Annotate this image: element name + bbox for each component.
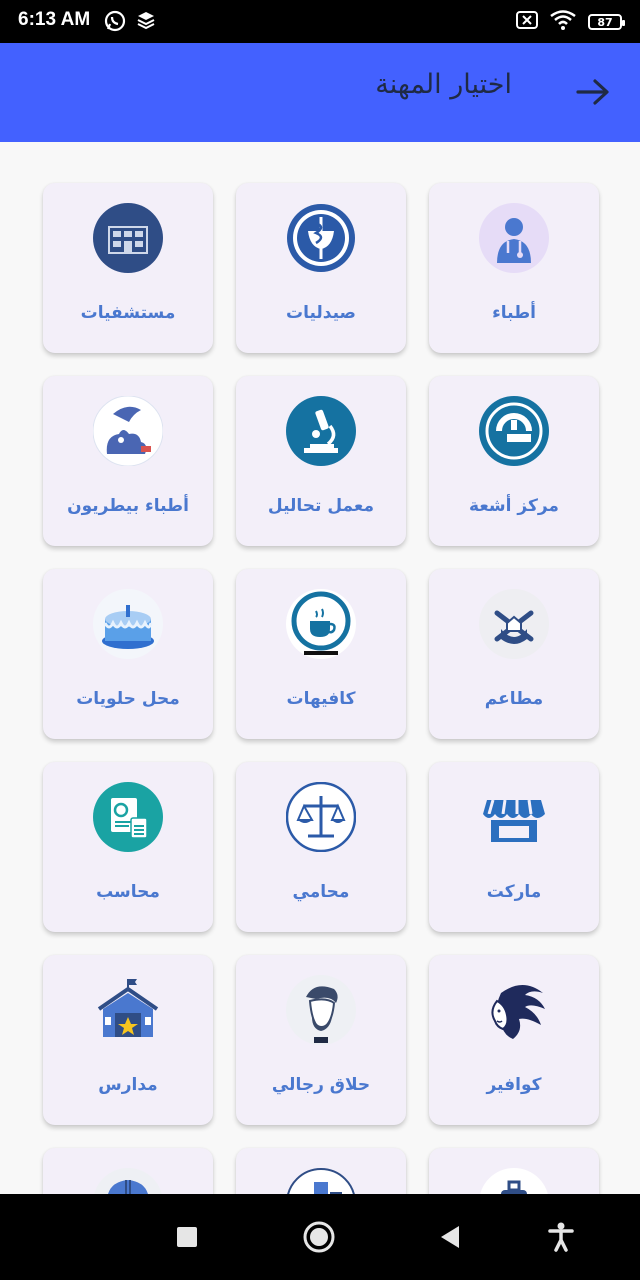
accessibility-icon[interactable] <box>544 1220 578 1254</box>
accounting-calculator-icon <box>93 782 163 852</box>
home-icon[interactable] <box>302 1220 336 1254</box>
profession-card-schools[interactable]: مدارس <box>43 955 213 1125</box>
whatsapp-icon <box>103 9 127 37</box>
profession-label: كوافير <box>486 1075 542 1095</box>
profession-card-travel[interactable] <box>429 1148 599 1194</box>
school-building-icon <box>93 975 163 1045</box>
profession-label: محامي <box>292 882 350 902</box>
profession-label: صيدليات <box>286 303 356 323</box>
hospital-building-icon <box>93 203 163 273</box>
barber-man-icon <box>286 975 356 1045</box>
wifi-icon <box>550 10 576 34</box>
professions-grid: أطباء صيدليات مستشفيات مركز أشعة معمل تح <box>42 183 599 1194</box>
cake-icon <box>93 589 163 659</box>
market-store-icon <box>479 782 549 852</box>
scales-of-justice-icon <box>286 782 356 852</box>
pharmacy-caduceus-icon <box>286 203 356 273</box>
restaurant-utensils-icon <box>479 589 549 659</box>
profession-label: مطاعم <box>484 689 544 709</box>
profession-card-real-estate[interactable] <box>236 1148 406 1194</box>
back-icon[interactable] <box>433 1220 467 1254</box>
profession-label: ماركت <box>486 882 542 902</box>
profession-card-sweets-shop[interactable]: محل حلويات <box>43 569 213 739</box>
microscope-icon <box>286 396 356 466</box>
profession-label: معمل تحاليل <box>267 496 375 516</box>
profession-card-lawyer[interactable]: محامي <box>236 762 406 932</box>
profession-label: محاسب <box>96 882 160 902</box>
doctor-icon <box>479 203 549 273</box>
profession-card-cafes[interactable]: كافيهات <box>236 569 406 739</box>
profession-card-pharmacies[interactable]: صيدليات <box>236 183 406 353</box>
profession-card-doctors[interactable]: أطباء <box>429 183 599 353</box>
pets-icon <box>93 396 163 466</box>
status-time: 6:13 AM <box>18 9 91 30</box>
profession-label: مركز أشعة <box>469 496 559 516</box>
profession-label: محل حلويات <box>76 689 180 709</box>
status-bar: 6:13 AM 87 <box>0 0 640 43</box>
profession-card-restaurants[interactable]: مطاعم <box>429 569 599 739</box>
battery-icon: 87 <box>588 14 625 30</box>
luggage-icon <box>479 1168 549 1194</box>
profession-label: مدارس <box>98 1075 158 1095</box>
profession-card-hairdresser[interactable]: كوافير <box>429 955 599 1125</box>
profession-label: مستشفيات <box>80 303 176 323</box>
profession-card-accountant[interactable]: محاسب <box>43 762 213 932</box>
mri-scanner-icon <box>479 396 549 466</box>
profession-card-barber[interactable]: حلاق رجالي <box>236 955 406 1125</box>
arrow-right-icon[interactable] <box>576 77 610 107</box>
woman-hair-icon <box>479 975 549 1045</box>
profession-label: حلاق رجالي <box>271 1075 371 1095</box>
profession-label: أطباء بيطريون <box>67 496 189 516</box>
sim-blocked-icon <box>516 11 538 33</box>
profession-card-radiology[interactable]: مركز أشعة <box>429 376 599 546</box>
profession-card-lab[interactable]: معمل تحاليل <box>236 376 406 546</box>
profession-card-veterinarians[interactable]: أطباء بيطريون <box>43 376 213 546</box>
profession-label: أطباء <box>492 303 536 323</box>
system-nav-bar <box>0 1194 640 1280</box>
page-title: اختيار المهنة <box>375 69 512 100</box>
profession-card-workers[interactable] <box>43 1148 213 1194</box>
professions-list[interactable]: أطباء صيدليات مستشفيات مركز أشعة معمل تح <box>0 142 640 1194</box>
recent-apps-icon[interactable] <box>170 1220 204 1254</box>
profession-card-hospitals[interactable]: مستشفيات <box>43 183 213 353</box>
city-buildings-icon <box>286 1168 356 1194</box>
app-bar: اختيار المهنة <box>0 43 640 142</box>
coffee-cup-icon <box>286 589 356 659</box>
profession-label: كافيهات <box>286 689 356 709</box>
layers-icon <box>135 9 157 37</box>
worker-helmet-icon <box>93 1168 163 1194</box>
profession-card-market[interactable]: ماركت <box>429 762 599 932</box>
